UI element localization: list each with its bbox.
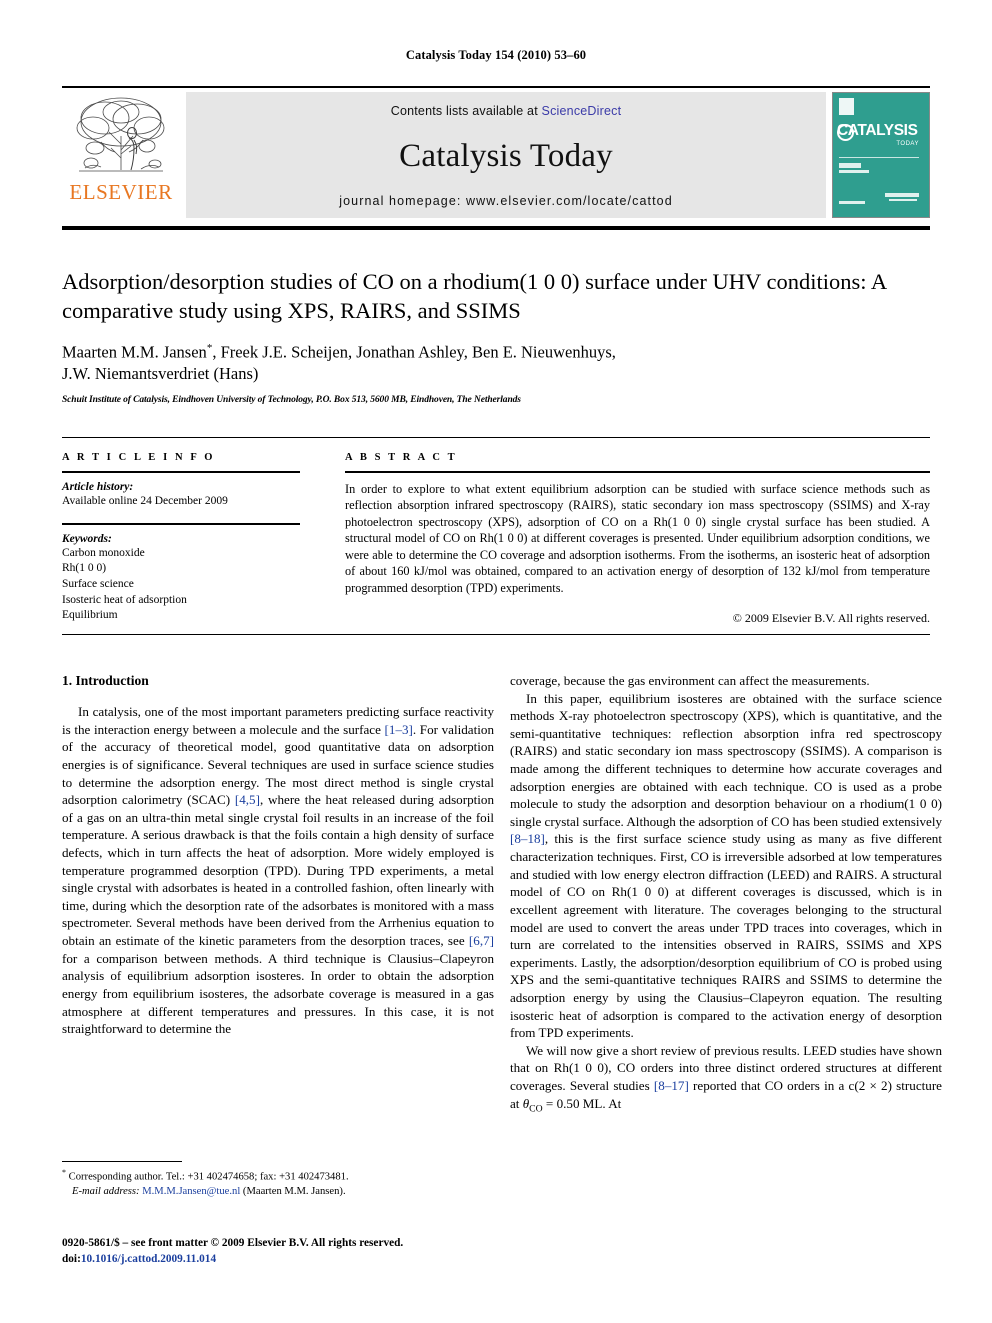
issn-line: 0920-5861/$ – see front matter © 2009 El… bbox=[62, 1237, 404, 1249]
email-note: E-mail address: M.M.M.Jansen@tue.nl (Maa… bbox=[62, 1185, 494, 1200]
article-history-label: Article history: bbox=[62, 480, 134, 493]
article-info-heading: A R T I C L E I N F O bbox=[62, 452, 216, 463]
article-info-panel: A R T I C L E I N F O Article history: A… bbox=[62, 452, 300, 624]
abstract-copyright: © 2009 Elsevier B.V. All rights reserved… bbox=[732, 610, 930, 625]
doi-label: doi: bbox=[62, 1252, 81, 1265]
paragraph-right-1: In this paper, equilibrium isosteres are… bbox=[510, 690, 942, 1042]
contents-prefix: Contents lists available at bbox=[390, 104, 542, 118]
keywords-label: Keywords: bbox=[62, 532, 112, 545]
paragraph-intro-left: In catalysis, one of the most important … bbox=[62, 703, 494, 1038]
paragraph-right-2: We will now give a short review of previ… bbox=[510, 1042, 942, 1115]
journal-homepage-link[interactable]: journal homepage: www.elsevier.com/locat… bbox=[339, 194, 673, 208]
cover-block-1 bbox=[839, 163, 861, 168]
cover-block-3 bbox=[885, 193, 919, 197]
keyword-item: Equilibrium bbox=[62, 609, 118, 622]
keyword-item: Isosteric heat of adsorption bbox=[62, 593, 187, 606]
imprint-block: 0920-5861/$ – see front matter © 2009 El… bbox=[62, 1236, 532, 1268]
citation-link[interactable]: [8–17] bbox=[654, 1078, 689, 1093]
citation-link[interactable]: [1–3] bbox=[385, 722, 413, 737]
journal-title: Catalysis Today bbox=[399, 137, 613, 174]
citation-link[interactable]: [6,7] bbox=[469, 933, 494, 948]
cover-title-wrap: CATALYSIS TODAY bbox=[837, 123, 925, 147]
section-heading-introduction: 1. Introduction bbox=[62, 673, 149, 688]
author-rest: , Freek J.E. Scheijen, Jonathan Ashley, … bbox=[212, 342, 616, 362]
email-label: E-mail address: bbox=[72, 1186, 140, 1198]
cover-block-2 bbox=[839, 170, 869, 173]
abstract-heading: A B S T R A C T bbox=[345, 452, 458, 463]
elsevier-wordmark: ELSEVIER bbox=[69, 180, 173, 204]
page-title: Adsorption/desorption studies of CO on a… bbox=[62, 269, 886, 323]
footnote-rule bbox=[62, 1161, 182, 1162]
cover-elsevier-logo bbox=[839, 98, 854, 115]
journal-masthead: ELSEVIER Contents lists available at Sci… bbox=[62, 86, 930, 218]
cover-block-4 bbox=[889, 199, 917, 201]
author-line-2: J.W. Niemantsverdriet (Hans) bbox=[62, 364, 259, 384]
body-column-right: coverage, because the gas environment ca… bbox=[510, 672, 942, 1115]
doi-line: doi:10.1016/j.cattod.2009.11.014 bbox=[62, 1252, 532, 1268]
cover-title-sub: TODAY bbox=[896, 140, 919, 147]
article-history-value: Available online 24 December 2009 bbox=[62, 494, 228, 507]
right-text-b: , this is the first surface science stud… bbox=[510, 831, 942, 1041]
body-column-left: 1. Introduction In catalysis, one of the… bbox=[62, 672, 494, 1038]
right-text-e: = 0.50 ML. At bbox=[542, 1095, 622, 1111]
email-link[interactable]: M.M.M.Jansen@tue.nl bbox=[142, 1186, 240, 1197]
intro-text-d: for a comparison between methods. A thir… bbox=[62, 950, 494, 1037]
cover-rule-1 bbox=[839, 157, 919, 158]
corresponding-author-text: Corresponding author. Tel.: +31 40247465… bbox=[66, 1171, 349, 1183]
abstract-panel: A B S T R A C T In order to explore to w… bbox=[345, 452, 930, 626]
article-page: Catalysis Today 154 (2010) 53–60 ELSEVIE… bbox=[0, 0, 992, 1323]
running-head: Catalysis Today 154 (2010) 53–60 bbox=[405, 48, 587, 62]
info-top-rule bbox=[62, 437, 930, 438]
article-info-rule bbox=[62, 471, 300, 473]
footnote-block: * Corresponding author. Tel.: +31 402474… bbox=[62, 1167, 494, 1200]
keyword-item: Rh(1 0 0) bbox=[62, 562, 107, 575]
intro-text-c: , where the heat released during adsorpt… bbox=[62, 792, 495, 949]
keywords-block: Keywords: Carbon monoxide Rh(1 0 0) Surf… bbox=[62, 523, 300, 624]
info-bottom-rule bbox=[62, 634, 930, 635]
author-primary: Maarten M.M. Jansen bbox=[62, 342, 207, 362]
author-list: Maarten M.M. Jansen*, Freek J.E. Scheije… bbox=[62, 341, 930, 385]
right-text-a: In this paper, equilibrium isosteres are… bbox=[510, 690, 942, 829]
journal-cover-thumbnail[interactable]: CATALYSIS TODAY bbox=[832, 92, 930, 218]
cover-title-main: CATALYSIS bbox=[837, 122, 918, 139]
corresponding-author-note: * Corresponding author. Tel.: +31 402474… bbox=[62, 1167, 494, 1185]
elsevier-tree-icon bbox=[76, 97, 165, 172]
elsevier-logo: ELSEVIER bbox=[62, 92, 180, 218]
keywords-rule bbox=[62, 523, 300, 525]
cover-block-5 bbox=[839, 201, 865, 204]
masthead-bottom-rule bbox=[62, 226, 930, 230]
theta-subscript: CO bbox=[529, 1103, 543, 1115]
contents-available-line: Contents lists available at ScienceDirec… bbox=[391, 104, 622, 118]
abstract-text: In order to explore to what extent equil… bbox=[345, 481, 930, 596]
title-block: Adsorption/desorption studies of CO on a… bbox=[62, 268, 930, 405]
affiliation: Schuit Institute of Catalysis, Eindhoven… bbox=[62, 395, 521, 406]
paragraph-right-continued: coverage, because the gas environment ca… bbox=[510, 673, 870, 688]
email-suffix: (Maarten M.M. Jansen). bbox=[240, 1186, 346, 1198]
citation-link[interactable]: [4,5] bbox=[235, 792, 260, 807]
masthead-center: Contents lists available at ScienceDirec… bbox=[186, 92, 826, 218]
sciencedirect-link[interactable]: ScienceDirect bbox=[542, 104, 622, 118]
keyword-item: Surface science bbox=[62, 577, 134, 590]
doi-link[interactable]: 10.1016/j.cattod.2009.11.014 bbox=[81, 1253, 216, 1265]
keyword-item: Carbon monoxide bbox=[62, 546, 145, 559]
citation-link[interactable]: [8–18] bbox=[510, 831, 545, 846]
abstract-rule bbox=[345, 471, 930, 473]
